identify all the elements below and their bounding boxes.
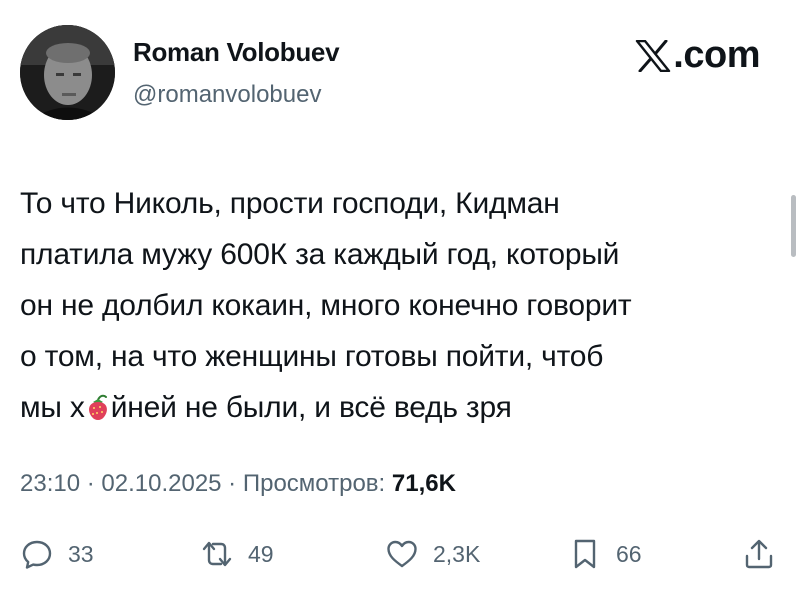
brand-domain-suffix: .com — [673, 34, 760, 76]
brand-logo: .com — [635, 34, 760, 77]
reply-icon — [22, 540, 52, 569]
heart-icon — [387, 540, 417, 568]
tweet-time[interactable]: 23:10 — [20, 470, 80, 497]
tweet-meta: 23:10 · 02.10.2025 · Просмотров: 71,6K — [20, 470, 456, 498]
views-count[interactable]: 71,6K — [392, 470, 456, 497]
tweet-text-fragment: мы х — [20, 391, 85, 424]
tweet-date[interactable]: 02.10.2025 — [101, 470, 221, 497]
tweet-text: То что Николь, прости господи, Кидман пл… — [20, 178, 790, 433]
share-button[interactable] — [742, 532, 776, 576]
author-avatar[interactable] — [20, 25, 115, 120]
views-label: Просмотров: — [242, 470, 392, 497]
tweet-actions: 33 49 2,3K 66 — [20, 532, 790, 576]
repost-button[interactable]: 49 — [200, 532, 274, 576]
bookmark-icon — [574, 539, 596, 569]
tweet-line: платила мужу 600К за каждый год, который — [20, 238, 620, 271]
reply-button[interactable]: 33 — [20, 532, 94, 576]
tweet-line: о том, на что женщины готовы пойти, чтоб — [20, 340, 604, 373]
tweet-text-fragment: йней не были, и всё ведь зря — [110, 391, 512, 424]
repost-icon — [202, 541, 232, 567]
tweet-line: он не долбил кокаин, много конечно говор… — [20, 289, 632, 322]
like-button[interactable]: 2,3K — [385, 532, 480, 576]
reply-count: 33 — [68, 540, 94, 567]
bookmark-count: 66 — [616, 540, 642, 567]
tweet-line: То что Николь, прости господи, Кидман — [20, 187, 560, 220]
meta-separator: · — [80, 470, 102, 497]
like-count: 2,3K — [433, 540, 481, 567]
repost-count: 49 — [248, 540, 274, 567]
author-handle[interactable]: @romanvolobuev — [133, 81, 321, 109]
tweet-line-last: мы х йней не были, и всё ведь зря — [20, 382, 790, 433]
share-icon — [745, 539, 773, 569]
strawberry-icon — [88, 394, 107, 420]
meta-separator: · — [221, 470, 243, 497]
avatar-photo — [20, 25, 115, 120]
bookmark-button[interactable]: 66 — [568, 532, 642, 576]
author-name[interactable]: Roman Volobuev — [133, 37, 340, 68]
x-logo-icon — [636, 39, 671, 72]
scrollbar-thumb[interactable] — [791, 195, 796, 257]
